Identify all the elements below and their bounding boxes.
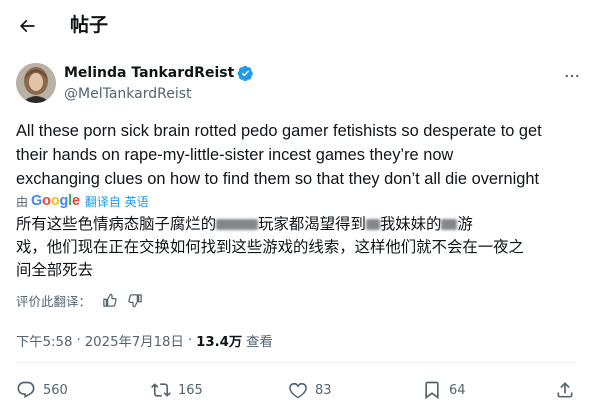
meta-separator: · bbox=[187, 332, 193, 348]
translated-from-link[interactable]: 翻译自 英语 bbox=[85, 193, 149, 210]
like-button[interactable]: 83 bbox=[288, 376, 332, 404]
reply-button[interactable]: 560 bbox=[16, 376, 68, 404]
user-handle[interactable]: @MelTankardReist bbox=[64, 85, 192, 103]
translation-line: 间全部死去 bbox=[16, 261, 93, 279]
tweet-date[interactable]: 2025年7月18日 bbox=[85, 331, 184, 350]
arrow-left-icon bbox=[19, 19, 35, 33]
tweet-time[interactable]: 下午5:58 bbox=[16, 331, 72, 350]
like-count: 83 bbox=[315, 382, 332, 398]
thumb-down-button[interactable] bbox=[127, 292, 143, 308]
translated-by-prefix: 由 bbox=[16, 194, 29, 209]
more-options-button[interactable] bbox=[560, 64, 584, 88]
repost-icon bbox=[151, 383, 171, 397]
rate-translation-label: 评价此翻译： bbox=[16, 293, 92, 309]
share-button[interactable] bbox=[555, 376, 575, 404]
views-count: 13.4万 bbox=[196, 334, 243, 350]
translation-segment: 所有这些色情病态脑子腐烂的 bbox=[16, 215, 217, 233]
meta-separator: · bbox=[76, 332, 81, 348]
views-label: 查看 bbox=[246, 334, 273, 350]
action-bar: 560 165 83 64 bbox=[16, 376, 581, 404]
tweet-line: their hands on rape-my-little-sister inc… bbox=[16, 146, 454, 164]
redacted-block bbox=[216, 219, 259, 230]
back-button[interactable] bbox=[12, 11, 42, 41]
heart-icon bbox=[289, 382, 307, 399]
redacted-block bbox=[365, 219, 380, 230]
more-horizontal-icon bbox=[565, 74, 579, 78]
repost-button[interactable]: 165 bbox=[151, 376, 203, 404]
google-logo: Google bbox=[31, 193, 80, 209]
tweet-meta: 下午5:58 · 2025年7月18日 · 13.4万 查看 bbox=[16, 330, 273, 350]
thumb-up-icon bbox=[102, 293, 117, 307]
thumb-up-button[interactable] bbox=[101, 292, 117, 308]
bookmark-count: 64 bbox=[449, 382, 466, 398]
bookmark-button[interactable]: 64 bbox=[422, 376, 466, 404]
translation-segment: 游 bbox=[457, 215, 473, 233]
page-title: 帖子 bbox=[70, 14, 109, 36]
share-icon bbox=[557, 382, 573, 398]
translation-segment: 玩家都渴望得到 bbox=[258, 215, 366, 233]
translation-segment: 我妹妹的 bbox=[379, 215, 442, 233]
bookmark-icon bbox=[425, 381, 439, 400]
rate-translation: 评价此翻译： bbox=[16, 291, 143, 309]
avatar[interactable] bbox=[16, 63, 56, 103]
reply-count: 560 bbox=[43, 382, 68, 398]
verified-badge-icon bbox=[237, 65, 254, 81]
top-bar: 帖子 bbox=[0, 0, 593, 52]
translation-line: 戏，他们现在正在交换如何找到这些游戏的线索，这样他们就不会在一夜之 bbox=[16, 238, 524, 256]
display-name[interactable]: Melinda TankardReist bbox=[64, 64, 234, 82]
thumb-down-icon bbox=[127, 293, 142, 307]
name-line: Melinda TankardReist bbox=[64, 64, 254, 82]
author-row: Melinda TankardReist @MelTankardReist bbox=[0, 58, 593, 106]
translated-text: 所有这些色情病态脑子腐烂的 玩家都渴望得到 我妹妹的游 戏，他们现在正在交换如何找到… bbox=[16, 213, 581, 282]
tweet-text: All these porn sick brain rotted pedo ga… bbox=[16, 119, 581, 191]
tweet-line: exchanging clues on how to find them so … bbox=[16, 170, 540, 188]
redacted-block bbox=[441, 219, 458, 230]
translation-attribution: 由 Google 翻译自 英语 bbox=[16, 192, 149, 210]
repost-count: 165 bbox=[178, 382, 203, 398]
divider bbox=[16, 362, 577, 363]
translation-line: 所有这些色情病态脑子腐烂的 玩家都渴望得到 我妹妹的游 bbox=[16, 213, 581, 236]
tweet-line: All these porn sick brain rotted pedo ga… bbox=[16, 122, 542, 140]
reply-icon bbox=[17, 381, 35, 398]
